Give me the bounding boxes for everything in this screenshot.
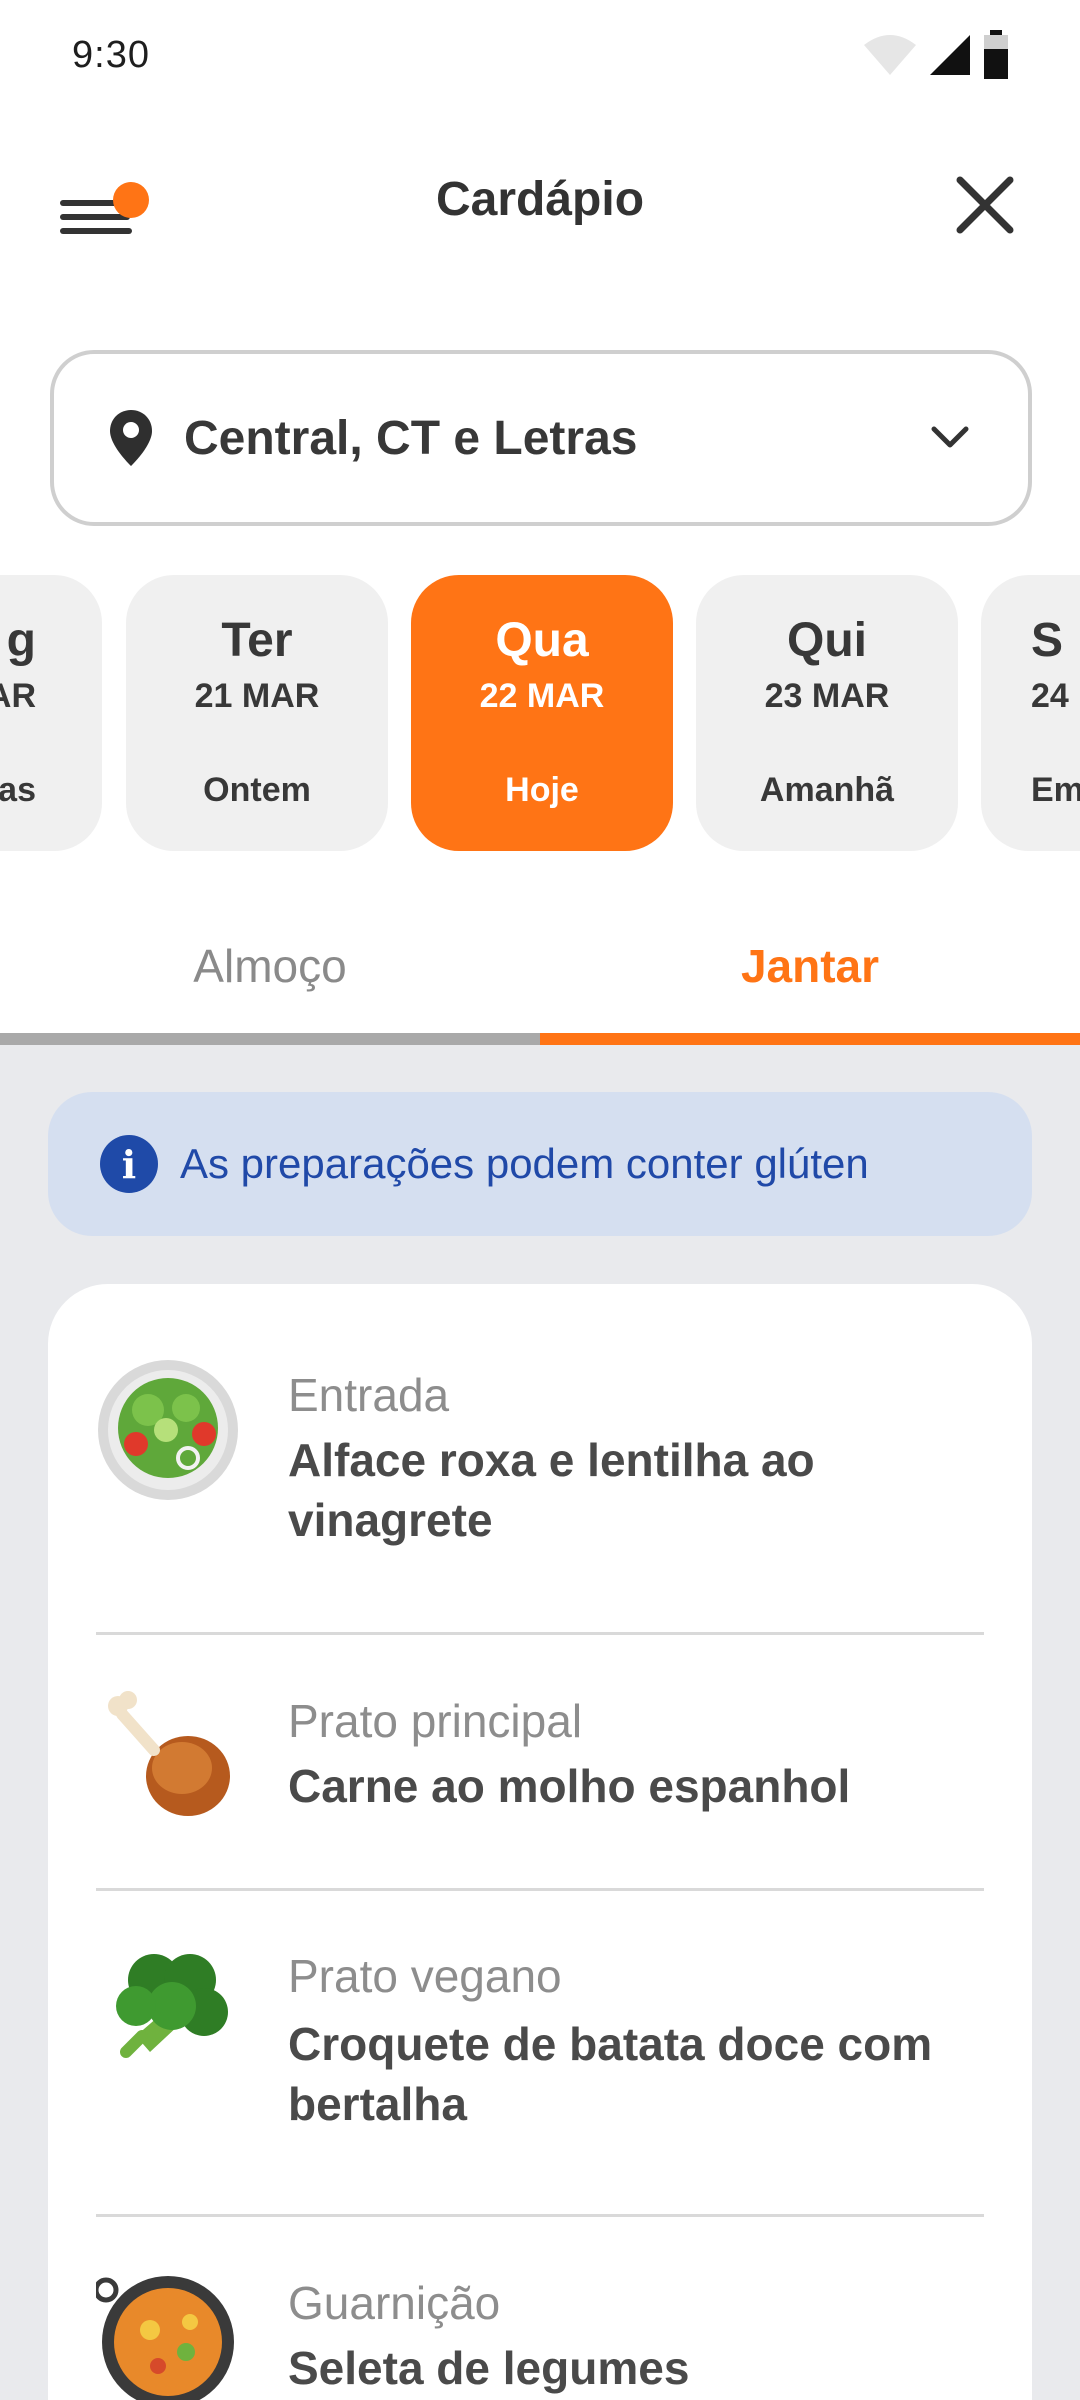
item-category: Guarnição: [288, 2277, 501, 2329]
location-dropdown[interactable]: Central, CT e Letras: [50, 350, 1032, 526]
battery-icon: [984, 30, 1008, 79]
day-date: 21 MAR: [194, 677, 320, 715]
day-card[interactable]: Ter 21 MAR Ontem: [126, 575, 388, 851]
info-icon: i: [100, 1135, 158, 1193]
broccoli-icon: [116, 1954, 228, 2058]
item-category: Entrada: [288, 1369, 450, 1421]
day-card[interactable]: S 24 Em: [981, 575, 1080, 851]
day-date: 22 MAR: [479, 677, 605, 715]
item-name: Croquete de batata doce com bertalha: [288, 2018, 933, 2130]
item-name: Seleta de legumes: [288, 2342, 690, 2394]
info-text: As preparações podem conter glúten: [180, 1140, 869, 1187]
date-selector: g AR lias Ter 21 MAR Ontem Qua 22 MAR Ho…: [0, 575, 1080, 851]
day-name: g: [6, 614, 36, 667]
item-category: Prato principal: [288, 1695, 583, 1747]
day-relative: Ontem: [203, 771, 311, 809]
menu-card: Entrada Alface roxa e lentilha ao vinagr…: [48, 1284, 1032, 2400]
divider: [96, 1632, 984, 1635]
chevron-down-icon: [931, 426, 969, 448]
status-icons: [862, 30, 1010, 80]
location-label: Central, CT e Letras: [184, 411, 638, 465]
salad-icon: [98, 1360, 238, 1500]
close-icon[interactable]: [952, 172, 1018, 238]
gluten-info-banner: i As preparações podem conter glúten: [48, 1092, 1032, 1236]
status-time: 9:30: [72, 33, 150, 76]
day-card[interactable]: g AR lias: [0, 575, 102, 851]
menu-icon-line: [60, 228, 132, 234]
day-name: S: [1031, 614, 1064, 667]
day-date: 23 MAR: [764, 677, 890, 715]
status-bar: 9:30: [0, 0, 1080, 110]
day-name: Qua: [495, 614, 589, 667]
day-name: Qui: [787, 614, 867, 667]
day-name: Ter: [221, 614, 293, 667]
page-title: Cardápio: [435, 173, 645, 226]
wifi-icon: [864, 35, 916, 75]
item-category: Prato vegano: [288, 1950, 562, 2002]
divider: [96, 1888, 984, 1891]
tab-indicator: [540, 1033, 1080, 1045]
location-pin-icon: [110, 410, 152, 466]
meal-tabs: Almoço Jantar: [0, 900, 1080, 1045]
day-relative: lias: [0, 771, 36, 809]
app-header: Cardápio: [0, 150, 1080, 260]
day-date: 24: [1031, 677, 1069, 715]
day-relative: Hoje: [505, 771, 579, 809]
day-card-selected[interactable]: Qua 22 MAR Hoje: [411, 575, 673, 851]
poultry-leg-icon: [108, 1691, 230, 1816]
day-relative: Amanhã: [759, 771, 895, 809]
signal-icon: [930, 35, 970, 75]
divider: [96, 2214, 984, 2217]
day-card[interactable]: Qui 23 MAR Amanhã: [696, 575, 958, 851]
day-relative: Em: [1031, 771, 1080, 809]
item-name: Carne ao molho espanhol: [288, 1760, 851, 1812]
paella-pan-icon: [96, 2276, 234, 2400]
day-date: AR: [0, 677, 36, 715]
item-name: Alface roxa e lentilha ao vinagrete: [288, 1434, 815, 1546]
tab-jantar[interactable]: Jantar: [540, 900, 1080, 1033]
tab-track: [0, 1033, 540, 1045]
tab-almoco[interactable]: Almoço: [0, 900, 540, 1033]
